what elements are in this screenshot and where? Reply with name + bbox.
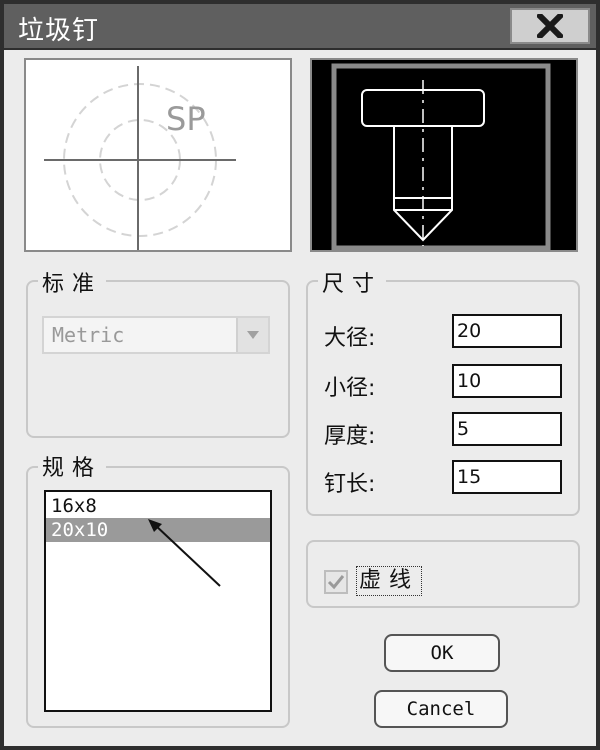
major-diameter-label: 大径:: [324, 326, 376, 351]
window-title: 垃圾钉: [18, 16, 100, 46]
list-item-label: 16x8: [51, 495, 97, 517]
thickness-input[interactable]: 5: [452, 412, 562, 446]
dashed-checkbox[interactable]: [324, 570, 348, 594]
dimensions-group-label: 尺寸: [318, 266, 387, 298]
ok-button[interactable]: OK: [384, 634, 500, 672]
checkmark-icon: [327, 575, 345, 590]
close-x-icon: [537, 14, 563, 38]
list-item[interactable]: 16x8: [46, 494, 270, 518]
crosshair-drawing: [44, 66, 236, 250]
minor-diameter-input[interactable]: 10: [452, 364, 562, 398]
dialog-window: 垃圾钉 SP 标准 Metric 规格 16x8 20x10 尺寸 大径: 20…: [0, 0, 600, 750]
spec-listbox[interactable]: 16x8 20x10: [44, 490, 272, 712]
pin-length-label: 钉长:: [324, 472, 376, 497]
pin-length-input[interactable]: 15: [452, 460, 562, 494]
cancel-button[interactable]: Cancel: [374, 690, 508, 728]
pin-preview: [310, 58, 578, 252]
dropdown-arrow-button[interactable]: [236, 318, 268, 352]
standard-dropdown[interactable]: Metric: [42, 316, 270, 354]
standard-group: [26, 280, 290, 438]
sp-label: SP: [166, 100, 206, 138]
standard-dropdown-value: Metric: [52, 323, 125, 347]
point-preview: SP: [24, 58, 292, 252]
triangle-down-icon: [247, 331, 259, 339]
thickness-label: 厚度:: [324, 424, 376, 449]
minor-diameter-label: 小径:: [324, 376, 376, 401]
close-button[interactable]: [510, 8, 590, 44]
arrow-icon: [148, 519, 221, 587]
title-bar[interactable]: 垃圾钉: [4, 4, 596, 50]
major-diameter-input[interactable]: 20: [452, 314, 562, 348]
spec-group-label: 规格: [38, 450, 107, 482]
pin-drawing: [331, 63, 551, 250]
dashed-checkbox-label[interactable]: 虚线: [356, 566, 423, 596]
list-item-label: 20x10: [51, 519, 109, 541]
standard-group-label: 标准: [38, 266, 107, 298]
